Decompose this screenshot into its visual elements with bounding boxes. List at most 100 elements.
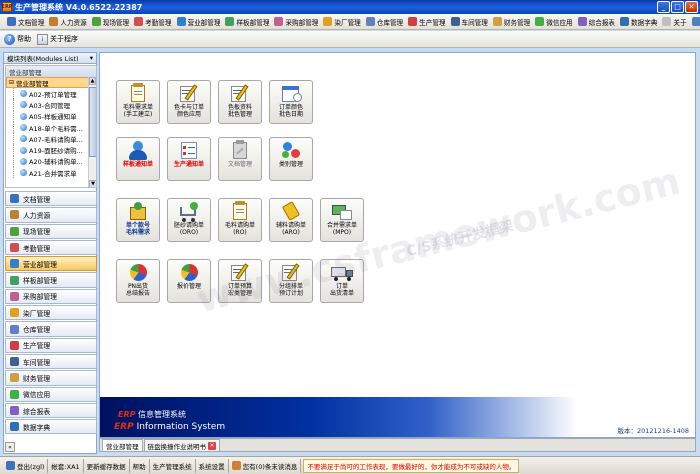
menu-item[interactable]: 财务管理 [490, 15, 532, 29]
menu-item[interactable]: 现场管理 [89, 15, 131, 29]
menu-label: 营业部管理 [187, 18, 221, 27]
module-icon [10, 259, 19, 269]
tree-item[interactable]: A02-预订单管理 [6, 88, 96, 100]
cart-icon [177, 201, 201, 222]
help-label: 帮助 [17, 35, 31, 43]
banner-erp-1: ERP [118, 410, 136, 419]
menu-icon [450, 17, 460, 26]
module-button-list: 文档管理 人力资源 现场管理考勤管理营业部管理 样板部管理 采购部管理 染厂管理 仓库管理生… [5, 191, 97, 435]
maximize-button[interactable]: □ [671, 1, 684, 13]
account-set: 帐套:XA1 [48, 458, 84, 473]
module-tile-label: PN出货 总结报告 [125, 283, 150, 297]
menu-item[interactable]: 染厂管理 [320, 15, 362, 29]
tree-scrollbar[interactable]: ▲ ▼ [88, 77, 96, 187]
menu-bar: 文档管理 人力资源 现场管理 考勤管理 营业部管理 样板部管理 采购部管理 染厂管理 仓库管理 生… [0, 14, 700, 30]
module-tile[interactable]: 文档管理 [218, 137, 262, 181]
about-program-button[interactable]: i 关于程序 [37, 33, 78, 45]
menu-item[interactable]: 考勤管理 [131, 15, 173, 29]
module-tile[interactable]: 胚纱请购单 (ORO) [167, 198, 211, 242]
menu-item[interactable]: 车间管理 [448, 15, 490, 29]
menu-item[interactable]: 窗口 [689, 15, 700, 29]
tree-item[interactable]: A21-合并需求单 [6, 167, 96, 179]
help-button[interactable]: ? 帮助 [4, 33, 31, 45]
module-tile-label: 样板通知单 [122, 161, 153, 168]
module-tile[interactable]: 合并需求单 (MPO) [320, 198, 364, 242]
close-button[interactable]: ✕ [685, 1, 698, 13]
collapse-icon[interactable]: ⊟ [9, 79, 14, 86]
tree-item-label: A20-辅料请购单... [29, 158, 83, 167]
scroll-up-icon[interactable]: ▲ [89, 77, 96, 85]
minimize-button[interactable]: _ [657, 1, 670, 13]
module-button[interactable]: 考勤管理 [5, 239, 97, 256]
module-tile[interactable]: 毛料请购单 (RO) [218, 198, 262, 242]
module-button[interactable]: 仓库管理 [5, 321, 97, 337]
module-button[interactable]: 生产管理 [5, 337, 97, 353]
module-tile[interactable]: 样板通知单 [116, 137, 160, 181]
pin-icon[interactable]: ▾ [90, 54, 93, 62]
module-tile[interactable]: 色卡与订单 颜色应用 [167, 80, 211, 124]
system-settings-button[interactable]: 系统设置 [196, 458, 229, 473]
menu-item[interactable]: 营业部管理 [174, 15, 223, 29]
tree-item[interactable]: A19-面胚纱请购... [6, 144, 96, 156]
module-tile[interactable]: 辅料请购单 (ARO) [269, 198, 313, 242]
menu-item[interactable]: 人力资源 [46, 15, 88, 29]
menu-item[interactable]: 仓库管理 [363, 15, 405, 29]
module-button[interactable]: 微信应用 [5, 386, 97, 402]
module-button[interactable]: 现场管理 [5, 223, 97, 239]
module-tile[interactable]: 毛料需求单 (手工建立) [116, 80, 160, 124]
menu-item[interactable]: 生产管理 [405, 15, 447, 29]
module-tile[interactable]: 订单颜色 批色日期 [269, 80, 313, 124]
menu-item[interactable]: 数据字典 [617, 15, 659, 29]
module-button[interactable]: 人力资源 [5, 207, 97, 223]
module-button[interactable]: 车间管理 [5, 353, 97, 370]
module-icon [10, 389, 19, 399]
tree-item[interactable]: A03-合同管理 [6, 99, 96, 111]
module-tile[interactable]: PN出货 总结报告 [116, 259, 160, 303]
update-cache-button[interactable]: 更新缓存数据 [84, 458, 130, 473]
module-tile[interactable]: 单个款号 毛料需求 [116, 198, 160, 242]
tree-root[interactable]: ⊟ 营业部管理 [6, 77, 96, 88]
main-area: 毛料需求单 (手工建立) 色卡与订单 颜色应用 色板资料 批色管理 订单颜色 批色日期… [99, 52, 696, 438]
menu-item[interactable]: 综合报表 [575, 15, 617, 29]
menu-item[interactable]: 关于 [659, 15, 688, 29]
scroll-down-icon[interactable]: ▼ [89, 180, 96, 187]
module-button-label: 考勤管理 [23, 244, 51, 253]
collapse-panel-button[interactable]: « [5, 442, 15, 452]
menu-item[interactable]: 样板部管理 [222, 15, 271, 29]
tree-item[interactable]: A05-样板通知单 [6, 110, 96, 122]
module-tile[interactable]: 类别管理 [269, 137, 313, 181]
scroll-thumb[interactable] [89, 87, 96, 157]
module-button[interactable]: 染厂管理 [5, 305, 97, 321]
menu-label: 综合报表 [588, 18, 616, 27]
status-help-button[interactable]: 帮助 [130, 458, 150, 473]
menu-item[interactable]: 采购部管理 [271, 15, 320, 29]
tree-header: 营业部管理 [6, 66, 96, 77]
document-tab[interactable]: 营业部管理 [102, 439, 143, 451]
module-button[interactable]: 采购部管理 [5, 288, 97, 305]
module-button[interactable]: 综合报表 [5, 402, 97, 419]
tag-icon [279, 201, 303, 221]
menu-icon [691, 17, 700, 26]
tree-item[interactable]: A20-辅料请购单... [6, 155, 96, 168]
close-tab-icon[interactable]: ✕ [208, 441, 216, 450]
tree-node-icon [20, 101, 27, 109]
messages-button[interactable]: 您有(0)条未读消息 [229, 458, 302, 473]
module-button[interactable]: 数据字典 [5, 419, 97, 435]
tree-item[interactable]: A18-单个毛料需... [6, 121, 96, 134]
erp-banner: ERP 信息管理系统 ERP Information System 版本：201… [100, 397, 695, 437]
module-icon [10, 226, 19, 236]
module-tile[interactable]: 生产通知单 [167, 137, 211, 181]
menu-label: 关于 [673, 18, 687, 27]
document-tab[interactable]: 链盘换撞作业说明书 ✕ [143, 439, 220, 451]
menu-item[interactable]: 微信应用 [532, 15, 574, 29]
module-button[interactable]: 营业部管理 [5, 256, 97, 272]
logout-button[interactable]: 登出(zgl) [3, 458, 49, 473]
tree-item-label: A18-单个毛料需... [29, 124, 83, 133]
tree-item[interactable]: A07-毛料请购单... [6, 133, 96, 145]
module-button[interactable]: 财务管理 [5, 370, 97, 386]
module-tile[interactable]: 色板资料 批色管理 [218, 80, 262, 124]
module-button[interactable]: 样板部管理 [5, 272, 97, 288]
tree-node-icon [20, 157, 27, 165]
module-button[interactable]: 文档管理 [5, 191, 97, 207]
menu-item[interactable]: 文档管理 [4, 15, 46, 29]
